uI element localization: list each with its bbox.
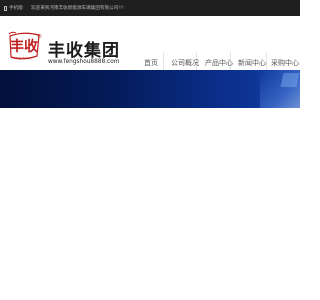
mobile-version-link[interactable]: 手机版 (4, 5, 28, 11)
nav-item-company[interactable]: 公司概况 (171, 58, 199, 68)
nav-item-news[interactable]: 新闻中心 (238, 58, 266, 68)
welcome-text: 欢迎来到河南丰收新能源车辆集团有限公司!!! (31, 6, 124, 11)
main-nav: 首页 公司概况 产品中心 新闻中心 采购中心 (0, 58, 300, 68)
logo-mark-text: 丰收 (10, 38, 39, 55)
hero-banner[interactable] (0, 70, 300, 108)
banner-panel (280, 73, 300, 87)
registered-mark: ® (37, 34, 42, 40)
mobile-label: 手机版 (9, 6, 23, 11)
nav-item-purchasing[interactable]: 采购中心 (271, 58, 299, 68)
top-bar: 手机版 欢迎来到河南丰收新能源车辆集团有限公司!!! (0, 0, 300, 16)
phone-icon (4, 5, 7, 11)
nav-item-products[interactable]: 产品中心 (205, 58, 233, 68)
nav-item-home[interactable]: 首页 (144, 58, 158, 68)
